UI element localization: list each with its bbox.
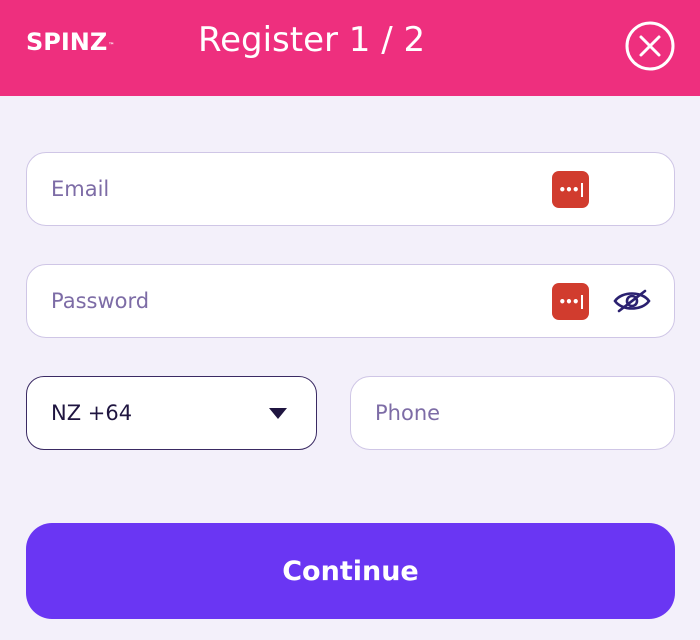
phone-input[interactable] [351, 377, 674, 449]
page-title: Register 1 / 2 [198, 20, 426, 60]
phone-field[interactable] [350, 376, 675, 450]
continue-button[interactable]: Continue [26, 523, 675, 619]
country-code-value: NZ +64 [51, 401, 133, 425]
logo-text: SPINZ [26, 28, 108, 56]
caret-down-icon [269, 408, 287, 419]
password-field[interactable]: ••• [26, 264, 675, 338]
eye-slash-icon [613, 289, 651, 313]
logo-trademark: ™ [108, 42, 115, 49]
spinz-logo[interactable]: SPINZ™ [26, 28, 114, 56]
password-manager-icon[interactable]: ••• [552, 283, 589, 320]
close-button[interactable] [624, 20, 676, 72]
header-bar: SPINZ™ Register 1 / 2 [0, 0, 700, 96]
toggle-password-visibility-button[interactable] [612, 287, 652, 319]
country-code-select[interactable]: NZ +64 [26, 376, 317, 450]
email-field[interactable]: ••• [26, 152, 675, 226]
close-circle-icon [625, 21, 675, 71]
password-manager-icon[interactable]: ••• [552, 171, 589, 208]
